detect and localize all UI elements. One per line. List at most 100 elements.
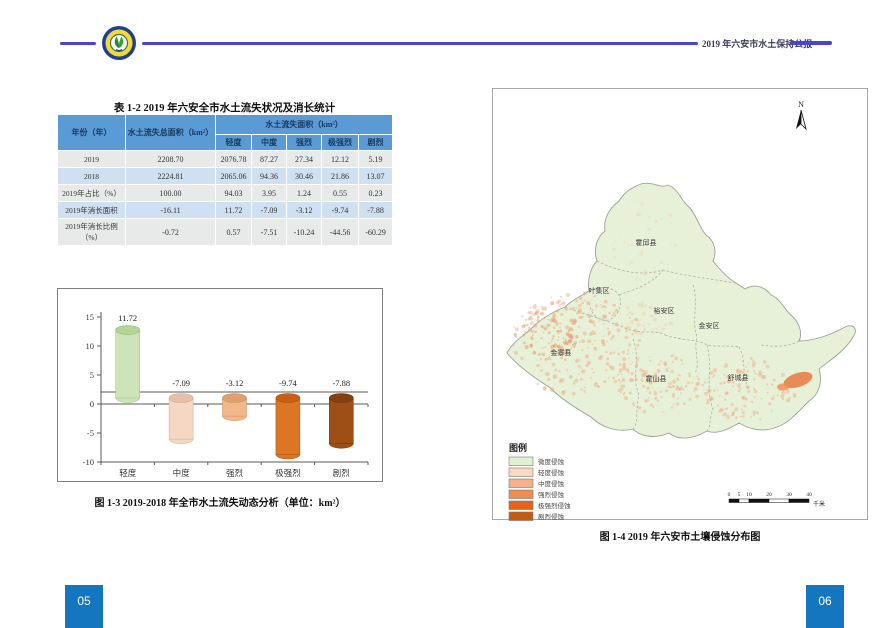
table-cell: 94.36 — [252, 168, 287, 185]
bar-cylinder — [223, 394, 247, 421]
svg-text:剧烈侵蚀: 剧烈侵蚀 — [538, 512, 565, 521]
table-cell: -60.29 — [359, 219, 393, 246]
table-cell: 87.27 — [252, 151, 287, 168]
table-row: 2019年占比（%）100.0094.033.951.240.550.23 — [58, 185, 393, 202]
map-region-label: 霍山县 — [646, 374, 667, 383]
table-header-cell: 极强烈 — [322, 135, 359, 151]
table-cell: 11.72 — [216, 202, 252, 219]
table-head: 年份（年） 水土流失总面积（km²） 水土流失面积（km²） 轻度中度强烈极强烈… — [58, 115, 393, 151]
legend-item: 轻度侵蚀 — [509, 468, 565, 477]
table-row-label: 2019年占比（%） — [58, 185, 126, 202]
y-axis-label: -5 — [87, 428, 94, 438]
svg-text:5: 5 — [738, 492, 741, 498]
table-row-label: 2019年消长面积 — [58, 202, 126, 219]
svg-text:千米: 千米 — [813, 500, 825, 508]
header-rule-left — [60, 42, 96, 45]
bulletin-logo-icon — [101, 25, 137, 61]
x-axis-label: 极强烈 — [275, 468, 301, 478]
erosion-map: 霍邱县叶集区裕安区金安区金寨县霍山县舒城县 N 图例 微度侵蚀 轻度侵蚀 中度侵… — [492, 88, 868, 520]
table-cell: 0.23 — [359, 185, 393, 202]
legend-item: 强烈侵蚀 — [509, 490, 565, 499]
x-axis-label: 剧烈 — [333, 468, 351, 478]
table-cell: 2076.78 — [216, 151, 252, 168]
svg-text:N: N — [798, 100, 804, 109]
y-axis-label: -10 — [83, 457, 94, 467]
scale-bar: 0510203040千米 — [728, 492, 825, 508]
table-cell: 0.57 — [216, 219, 252, 246]
north-arrow-icon: N — [796, 100, 806, 129]
legend-item: 中度侵蚀 — [509, 479, 565, 488]
svg-text:中度侵蚀: 中度侵蚀 — [538, 479, 565, 488]
y-axis-label: 15 — [86, 312, 95, 322]
bar-value-label: -7.88 — [332, 378, 350, 388]
bar-cylinder — [116, 326, 140, 403]
svg-text:30: 30 — [786, 492, 792, 498]
bar-value-label: -7.09 — [172, 378, 190, 388]
svg-text:10: 10 — [746, 492, 752, 498]
legend-swatch — [509, 512, 533, 521]
table-cell: 27.34 — [287, 151, 322, 168]
table-cell: 1.24 — [287, 185, 322, 202]
table-cell: 13.07 — [359, 168, 393, 185]
header-rule-main — [142, 42, 698, 45]
table-row-label: 2019年消长比例（%） — [58, 219, 126, 246]
table-row: 20192208.702076.7887.2727.3412.125.19 — [58, 151, 393, 168]
table-header-cell: 水土流失总面积（km²） — [126, 115, 216, 151]
map-region-label: 舒城县 — [728, 373, 749, 382]
legend-item: 剧烈侵蚀 — [509, 512, 565, 521]
svg-text:强烈侵蚀: 强烈侵蚀 — [538, 490, 565, 499]
bar-value-label: -3.12 — [226, 378, 244, 388]
legend-swatch — [509, 501, 533, 510]
bar-cylinder — [329, 394, 353, 449]
map-region-label: 金寨县 — [551, 348, 572, 357]
x-axis-label: 中度 — [173, 468, 191, 478]
map-region-label: 裕安区 — [654, 306, 675, 315]
legend-item: 极强烈侵蚀 — [509, 501, 571, 510]
legend-swatch — [509, 490, 533, 499]
table-cell: 2208.70 — [126, 151, 216, 168]
table-header-cell: 年份（年） — [58, 115, 126, 151]
svg-text:微度侵蚀: 微度侵蚀 — [538, 457, 565, 466]
table-row: 2019年消长比例（%）-0.720.57-7.51-10.24-44.56-6… — [58, 219, 393, 246]
svg-text:图例: 图例 — [509, 442, 527, 453]
chart-caption: 图 1-3 2019-2018 年全市水土流失动态分析（单位：km²） — [40, 494, 400, 509]
table-header-row: 年份（年） 水土流失总面积（km²） 水土流失面积（km²） — [58, 115, 393, 135]
y-axis-label: 0 — [90, 399, 94, 409]
table-cell: 100.00 — [126, 185, 216, 202]
legend-swatch — [509, 468, 533, 477]
table-row: 20182224.812065.0694.3630.4621.8613.07 — [58, 168, 393, 185]
table-cell: -10.24 — [287, 219, 322, 246]
legend-swatch — [509, 457, 533, 466]
y-axis-label: 10 — [86, 341, 95, 351]
dynamic-analysis-chart: 151050-5-10 11.72轻度 -7.09中度 -3.12强烈 -9.7… — [57, 288, 383, 482]
table-header-cell: 中度 — [252, 135, 287, 151]
svg-text:40: 40 — [806, 492, 812, 498]
page-number-right: 06 — [806, 585, 844, 628]
table-title: 表 1-2 2019 年六安全市水土流失状况及消长统计 — [57, 100, 392, 115]
table-row-label: 2019 — [58, 151, 126, 168]
x-axis-label: 轻度 — [119, 468, 137, 478]
svg-text:极强烈侵蚀: 极强烈侵蚀 — [538, 501, 571, 510]
bar-cylinder — [276, 394, 300, 459]
table-cell: 0.55 — [322, 185, 359, 202]
header-rule-right — [790, 41, 832, 45]
x-axis-label: 强烈 — [226, 468, 244, 478]
table-cell: -7.51 — [252, 219, 287, 246]
map-caption: 图 1-4 2019 年六安市土壤侵蚀分布图 — [492, 528, 868, 543]
table-body: 20192208.702076.7887.2727.3412.125.19 20… — [58, 151, 393, 246]
table-header-cell: 剧烈 — [359, 135, 393, 151]
legend-swatch — [509, 479, 533, 488]
table-cell: 94.03 — [216, 185, 252, 202]
svg-text:0: 0 — [728, 492, 731, 498]
map-region-label: 霍邱县 — [636, 239, 657, 247]
header-title: 2019 年六安市水土保持公报 — [702, 37, 788, 50]
table-cell: -7.09 — [252, 202, 287, 219]
table-cell: 3.95 — [252, 185, 287, 202]
bar-value-label: -9.74 — [279, 378, 297, 388]
table-cell: -9.74 — [322, 202, 359, 219]
table-cell: 2065.06 — [216, 168, 252, 185]
map-region-label: 叶集区 — [589, 286, 610, 295]
table-header-cell: 强烈 — [287, 135, 322, 151]
table-row: 2019年消长面积-16.1111.72-7.09-3.12-9.74-7.88 — [58, 202, 393, 219]
table-cell: -7.88 — [359, 202, 393, 219]
